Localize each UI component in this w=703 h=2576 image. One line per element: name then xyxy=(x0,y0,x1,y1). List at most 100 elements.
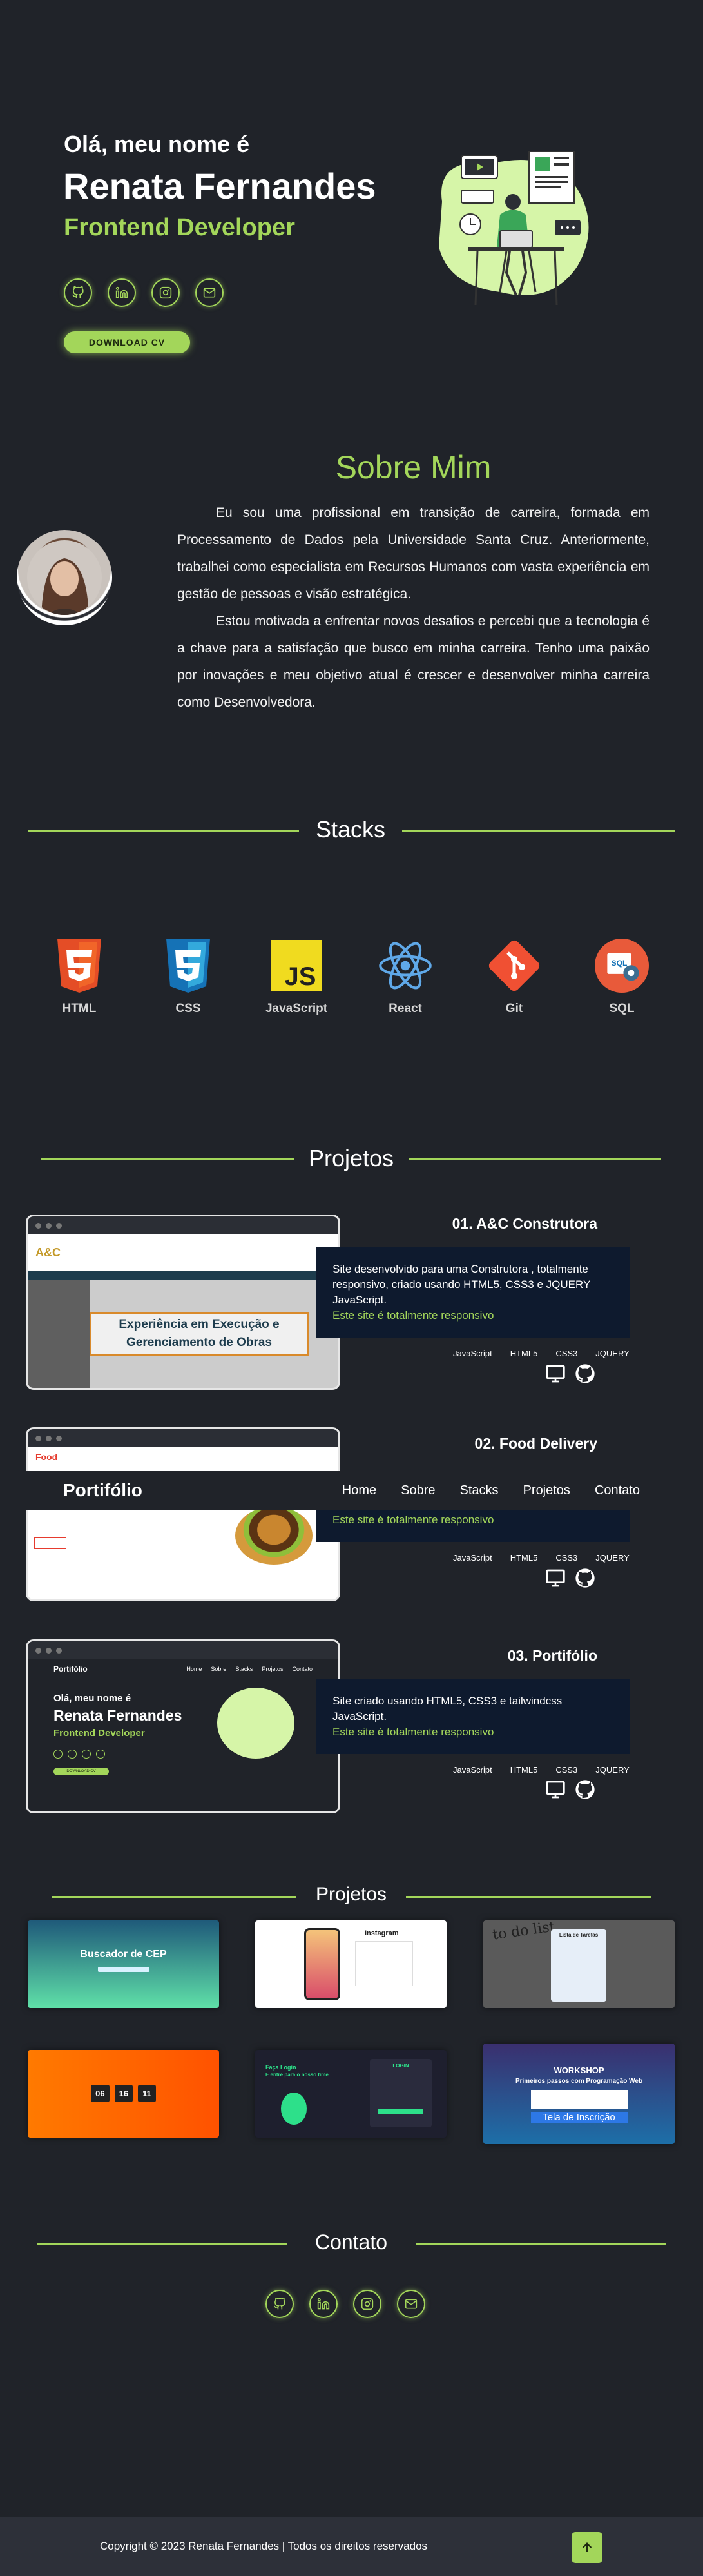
projects-title: Projetos xyxy=(308,1145,394,1171)
footer-copyright: Copyright © 2023 Renata Fernandes | Todo… xyxy=(100,2540,428,2552)
preview-nav-links: Home Sobre Stacks Projetos Contato xyxy=(186,1666,313,1672)
tag: JQUERY xyxy=(595,1553,630,1563)
preview-brand: Portifólio xyxy=(53,1664,88,1673)
linkedin-icon[interactable] xyxy=(309,2290,338,2318)
preview-banner: Experiência em Execução e Gerenciamento … xyxy=(90,1312,309,1356)
mail-icon[interactable] xyxy=(397,2290,425,2318)
javascript-icon: JS xyxy=(269,939,323,993)
login-illustration xyxy=(281,2093,307,2125)
workshop-subtitle: Primeiros passos com Programação Web xyxy=(515,2078,643,2085)
hero-social-links xyxy=(64,278,224,307)
tag: CSS3 xyxy=(555,1553,578,1563)
browser-bar xyxy=(28,1641,338,1659)
download-cv-button[interactable]: DOWNLOAD CV xyxy=(64,331,190,353)
hero-name: Renata Fernandes xyxy=(63,166,376,206)
instagram-icon[interactable] xyxy=(151,278,180,307)
divider-line xyxy=(416,2243,666,2245)
food-image xyxy=(235,1507,313,1565)
github-icon[interactable] xyxy=(265,2290,294,2318)
divider-line xyxy=(406,1896,651,1898)
project-links xyxy=(545,1363,595,1384)
developer-illustration xyxy=(439,151,589,306)
css3-icon xyxy=(161,939,215,993)
countdown-digit: 11 xyxy=(138,2085,156,2102)
tag: CSS3 xyxy=(555,1765,578,1775)
nav-link-contato[interactable]: Contato xyxy=(595,1483,640,1498)
project-thumb-buscador-cep[interactable]: Buscador de CEP xyxy=(28,1920,219,2008)
preview-nav: Portifólio Home Sobre Stacks Projetos Co… xyxy=(28,1659,338,1679)
project-thumb-lista-tarefas[interactable]: to do list Lista de Tarefas xyxy=(483,1920,675,2008)
linkedin-icon[interactable] xyxy=(108,278,136,307)
login-form-title: LOGIN xyxy=(392,2063,409,2069)
project-thumb-workshop[interactable]: WORKSHOP Primeiros passos com Programaçã… xyxy=(483,2044,675,2144)
github-icon[interactable] xyxy=(575,1363,595,1384)
preview-social-icons xyxy=(53,1750,105,1759)
preview-header: Food xyxy=(28,1447,338,1467)
mini-projects-title: Projetos xyxy=(315,1884,387,1905)
project-thumb-login[interactable]: Faça Login E entre para o nosso time LOG… xyxy=(255,2050,447,2138)
responsive-note: Este site é totalmente responsivo xyxy=(332,1309,494,1322)
divider-line xyxy=(28,830,299,832)
profile-photo-portrait xyxy=(27,540,102,615)
hero-greeting: Olá, meu nome é xyxy=(64,131,250,157)
workshop-form xyxy=(530,2090,628,2109)
tag: HTML5 xyxy=(510,1765,538,1775)
project-title: 02. Food Delivery xyxy=(474,1435,597,1452)
todo-title: Lista de Tarefas xyxy=(559,1932,599,1938)
contact-title: Contato xyxy=(314,2230,388,2254)
divider-line xyxy=(41,1158,294,1160)
github-icon[interactable] xyxy=(575,1568,595,1588)
nav-link-projetos[interactable]: Projetos xyxy=(523,1483,570,1498)
tag: JavaScript xyxy=(453,1553,492,1563)
nav-link-home[interactable]: Home xyxy=(342,1483,376,1498)
preview-heading-2: Gerenciamento de Obras xyxy=(126,1336,272,1349)
sql-icon: SQL xyxy=(595,939,649,993)
nav-link-sobre[interactable]: Sobre xyxy=(401,1483,435,1498)
monitor-icon[interactable] xyxy=(545,1363,566,1384)
tag: JavaScript xyxy=(453,1765,492,1775)
nav-link-stacks[interactable]: Stacks xyxy=(460,1483,499,1498)
project-description: Site desenvolvido para uma Construtora ,… xyxy=(332,1263,591,1306)
project-tags: JavaScript HTML5 CSS3 JQUERY xyxy=(453,1765,630,1775)
github-icon[interactable] xyxy=(575,1779,595,1800)
project-preview-ac-construtora[interactable]: A&C Experiência em Execução e Gerenciame… xyxy=(26,1215,340,1390)
stacks-title: Stacks xyxy=(315,816,386,843)
project-description-box: Site desenvolvido para uma Construtora ,… xyxy=(316,1247,630,1338)
countdown-digits: 06 16 11 xyxy=(28,2085,219,2102)
preview-hero: Experiência em Execução e Gerenciamento … xyxy=(28,1280,338,1388)
project-preview-portfolio[interactable]: Portifólio Home Sobre Stacks Projetos Co… xyxy=(26,1639,340,1813)
project-title: 03. Portifólio xyxy=(507,1647,597,1664)
hero-role: Frontend Developer xyxy=(64,214,295,241)
navbar: Portifólio Home Sobre Stacks Projetos Co… xyxy=(0,1471,703,1510)
tag: JavaScript xyxy=(453,1349,492,1358)
login-form: LOGIN xyxy=(370,2059,432,2127)
project-title: 01. A&C Construtora xyxy=(452,1215,597,1232)
about-title: Sobre Mim xyxy=(335,449,492,485)
project-links xyxy=(545,1779,595,1800)
tag: HTML5 xyxy=(510,1349,538,1358)
project-tags: JavaScript HTML5 CSS3 JQUERY xyxy=(453,1349,630,1358)
divider-line xyxy=(409,1158,661,1160)
preview-header: A&C xyxy=(28,1234,338,1271)
project-thumb-countdown[interactable]: 06 16 11 xyxy=(28,2050,219,2138)
preview-heading-1: Experiência em Execução e xyxy=(119,1318,280,1331)
nav-brand[interactable]: Portifólio xyxy=(63,1480,142,1501)
monitor-icon[interactable] xyxy=(545,1568,566,1588)
react-icon xyxy=(378,939,432,993)
preview-greeting: Olá, meu nome é xyxy=(53,1693,131,1704)
monitor-icon[interactable] xyxy=(545,1779,566,1800)
project-description-box: Site criado usando HTML5, CSS3 e tailwin… xyxy=(316,1679,630,1754)
arrow-up-icon[interactable] xyxy=(572,2532,602,2563)
divider-line xyxy=(37,2243,287,2245)
stack-react: React xyxy=(367,939,444,1016)
project-thumb-instagram[interactable]: Instagram xyxy=(255,1920,447,2008)
preview-nav-link: Projetos xyxy=(262,1666,284,1672)
contact-social-links xyxy=(265,2290,425,2318)
html5-icon xyxy=(52,939,106,993)
mail-icon[interactable] xyxy=(195,278,224,307)
thumb-input xyxy=(97,1967,149,1972)
instagram-icon[interactable] xyxy=(353,2290,381,2318)
github-icon[interactable] xyxy=(64,278,92,307)
project-preview-food-delivery[interactable]: Food xyxy=(26,1427,340,1601)
chalk-text: to do list xyxy=(491,1920,556,1944)
